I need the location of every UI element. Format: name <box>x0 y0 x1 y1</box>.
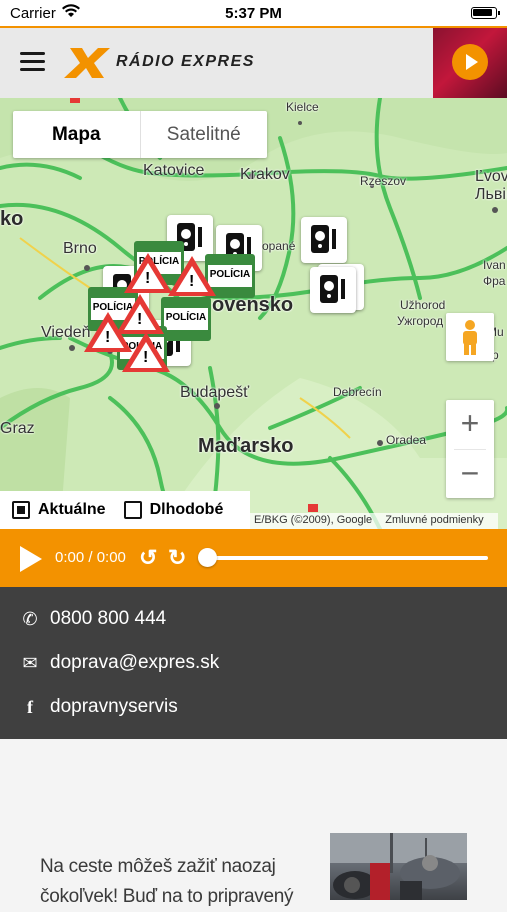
map-type-satellite-button[interactable]: Satelitné <box>141 111 268 158</box>
map-label-opane: opané <box>262 239 296 253</box>
map-label-brno: Brno <box>63 240 97 257</box>
warning-marker[interactable]: ! <box>122 332 170 372</box>
map-type-control[interactable]: Mapa Satelitné <box>13 111 267 158</box>
app-header: RÁDIO EXPRES <box>0 28 507 98</box>
map-label-katovice: Katovice <box>143 162 205 179</box>
phone-icon: ✆ <box>22 608 38 629</box>
contact-section: ✆ 0800 800 444 ✉ doprava@expres.sk f dop… <box>0 587 507 739</box>
brand-name: RÁDIO EXPRES <box>116 53 255 70</box>
menu-icon[interactable] <box>20 52 45 72</box>
zoom-out-button[interactable]: − <box>446 450 494 499</box>
status-bar: Carrier 5:37 PM <box>0 0 507 27</box>
traffic-map[interactable]: Mapa Satelitné Kielce Katovice Krakov Rz… <box>0 98 507 529</box>
crash-photo-image <box>330 833 467 900</box>
envelope-icon: ✉ <box>22 652 38 673</box>
map-label-cesko-fragment: ko <box>0 208 24 230</box>
facebook-icon: f <box>27 696 33 717</box>
map-label-oradea: Oradea <box>386 433 427 447</box>
zoom-in-button[interactable]: + <box>446 400 494 449</box>
speed-camera-marker[interactable] <box>310 267 356 313</box>
phone-number[interactable]: 0800 800 444 <box>50 608 166 630</box>
facebook-row[interactable]: f dopravnyservis <box>20 695 178 719</box>
map-label-uzhorod-cyr: Ужгород <box>397 314 444 328</box>
zoom-control: + − <box>446 400 494 498</box>
play-icon[interactable] <box>452 44 488 80</box>
audio-player: 0:00 / 0:00 ↺ ↻ <box>0 529 507 587</box>
map-label-ivan: Ivan <box>483 258 506 272</box>
map-label-madarsko: Maďarsko <box>198 435 294 457</box>
longterm-filter-label[interactable]: Dlhodobé <box>150 501 224 519</box>
map-label-lviv: Львів <box>475 186 507 203</box>
seek-track[interactable] <box>208 556 488 560</box>
battery-icon <box>471 7 500 19</box>
warning-marker[interactable]: ! <box>124 253 172 293</box>
forward-icon[interactable]: ↻ <box>168 547 188 569</box>
speed-camera-marker[interactable] <box>301 217 347 263</box>
map-label-uzhorod: Užhorod <box>400 298 446 312</box>
longterm-checkbox[interactable] <box>123 501 142 519</box>
map-label-lvov: Ľvov <box>475 168 507 185</box>
map-attribution: E/BKG (©2009), Google Zmluvné podmienky <box>250 513 498 529</box>
pegman-icon <box>463 320 477 355</box>
map-label-graz: Graz <box>0 420 35 437</box>
current-checkbox[interactable] <box>12 501 30 519</box>
clock: 5:37 PM <box>225 5 282 22</box>
email-row[interactable]: ✉ doprava@expres.sk <box>20 651 219 675</box>
playback-time: 0:00 / 0:00 <box>55 549 126 566</box>
play-button[interactable] <box>20 546 42 572</box>
seek-handle[interactable] <box>198 548 217 567</box>
marker-filters: Aktuálne Dlhodobé <box>0 491 250 529</box>
map-label-krakov: Krakov <box>240 166 290 183</box>
street-view-pegman[interactable] <box>446 313 494 361</box>
article-photo[interactable] <box>330 833 467 900</box>
phone-row[interactable]: ✆ 0800 800 444 <box>20 607 166 631</box>
map-label-debrecin: Debrecín <box>333 385 382 399</box>
map-label-fra: Фра <box>483 274 506 288</box>
current-filter-label[interactable]: Aktuálne <box>38 501 106 519</box>
email-address[interactable]: doprava@expres.sk <box>50 652 219 674</box>
map-copyright: E/BKG (©2009), Google <box>254 514 373 526</box>
map-terms-link[interactable]: Zmluvné podmienky <box>385 514 483 526</box>
map-label-rzeszov: Rzeszov <box>360 174 407 188</box>
radio-expres-logo[interactable]: RÁDIO EXPRES <box>64 46 286 80</box>
live-stream-thumbnail[interactable] <box>433 28 507 98</box>
x-logo-icon <box>64 48 110 78</box>
map-type-map-button[interactable]: Mapa <box>13 111 141 158</box>
rewind-icon[interactable]: ↺ <box>139 547 159 569</box>
map-label-budapest: Budapešť <box>180 384 250 401</box>
warning-marker[interactable]: ! <box>168 256 216 296</box>
map-label-kielce: Kielce <box>286 100 319 114</box>
article-headline[interactable]: Na ceste môžeš zažiť naozaj čokoľvek! Bu… <box>40 852 320 912</box>
article-teaser[interactable]: Na ceste môžeš zažiť naozaj čokoľvek! Bu… <box>0 739 507 907</box>
facebook-handle[interactable]: dopravnyservis <box>50 696 178 718</box>
